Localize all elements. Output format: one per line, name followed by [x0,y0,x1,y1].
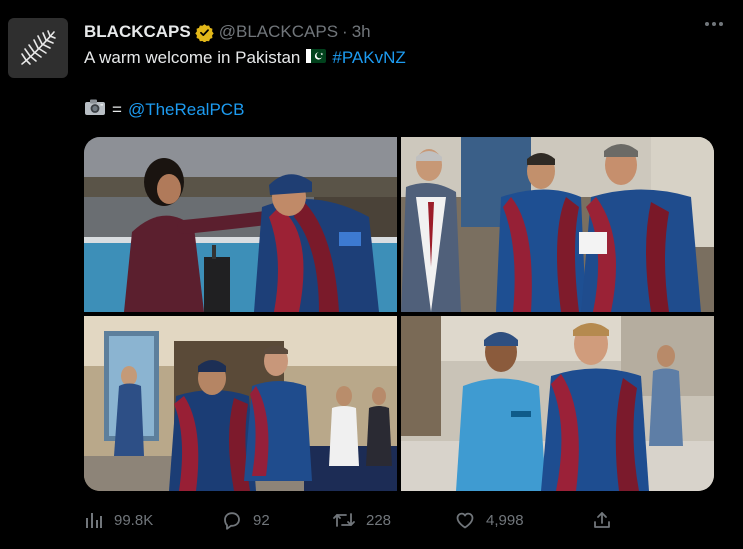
photo-credit: = @TheRealPCB [84,98,244,121]
photo-staff-greeting[interactable] [401,316,714,491]
photo-welcome-scarf[interactable] [84,137,397,312]
share-icon [594,512,610,528]
tweet-text-intro: A warm welcome in Pakistan [84,48,301,67]
tweet-actions: 99.8K 92 228 4,998 [84,506,624,534]
timestamp[interactable]: 3h [352,22,371,42]
handle[interactable]: @BLACKCAPS [219,22,338,42]
retweet-icon [333,513,355,527]
reply-icon [224,512,240,530]
separator: · [342,22,348,41]
hashtag-link[interactable]: #PAKvNZ [332,48,405,68]
views-button[interactable]: 99.8K [84,506,153,534]
avatar[interactable] [8,18,68,78]
share-button[interactable] [592,506,612,534]
heart-icon [456,512,474,529]
reply-button[interactable]: 92 [221,506,270,534]
credit-mention-link[interactable]: @TheRealPCB [128,100,244,120]
tweet-card[interactable]: BLACKCAPS @BLACKCAPS · 3h A warm welcome… [0,0,743,549]
photo-players-scarves[interactable] [401,137,714,312]
reply-count: 92 [253,511,270,529]
display-name[interactable]: BLACKCAPS [84,22,191,42]
tweet-header: BLACKCAPS @BLACKCAPS · 3h [84,20,723,44]
pakistan-flag-icon [306,48,327,68]
photo-team-arrival[interactable] [84,316,397,491]
retweet-button[interactable]: 228 [332,506,391,534]
more-options-icon[interactable] [705,22,723,26]
camera-icon [84,98,106,121]
retweet-count: 228 [366,511,392,529]
like-button[interactable]: 4,998 [454,506,524,534]
verified-badge-icon [195,23,214,42]
views-count: 99.8K [114,511,154,529]
media-grid [84,137,714,491]
silver-fern-icon [21,30,56,65]
credit-equals: = [112,99,122,119]
like-count: 4,998 [486,511,524,529]
tweet-text: A warm welcome in Pakistan #PAKvNZ [84,48,406,68]
analytics-icon [86,513,102,528]
